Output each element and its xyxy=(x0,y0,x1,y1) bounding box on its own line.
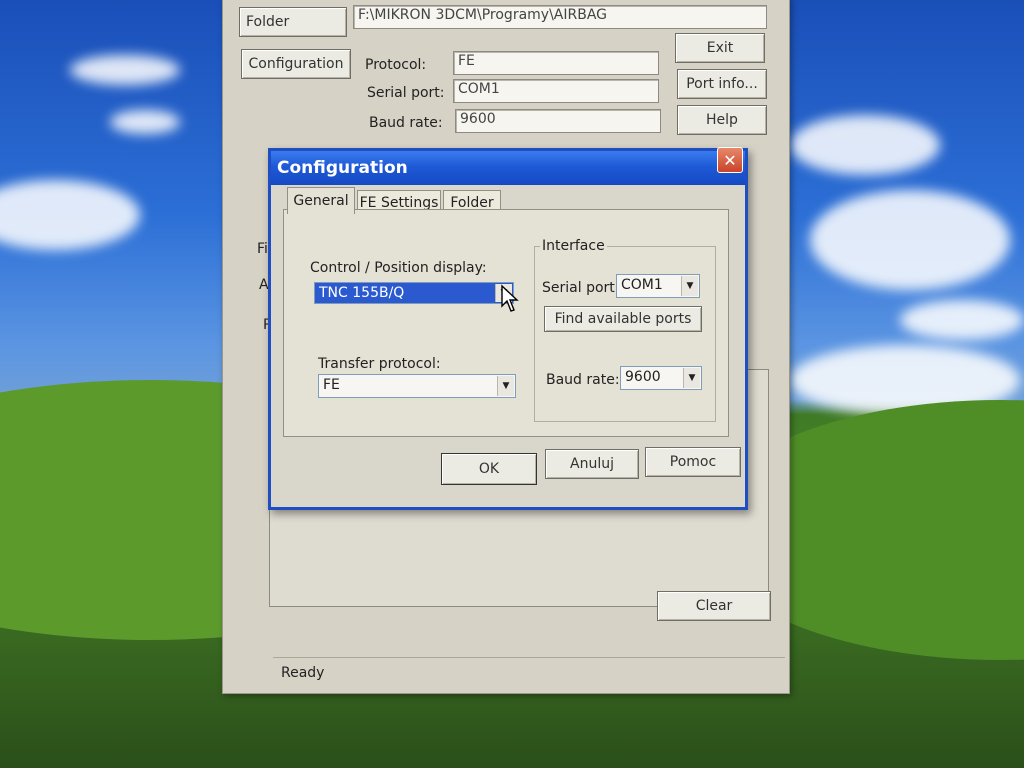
serial-port-label: Serial port: xyxy=(367,85,445,101)
control-display-label: Control / Position display: xyxy=(310,260,487,276)
status-text: Ready xyxy=(281,665,325,681)
protocol-label: Protocol: xyxy=(365,57,427,73)
folder-path-field[interactable]: F:\MIKRON 3DCM\Programy\AIRBAG xyxy=(353,5,767,29)
baud-rate-field: 9600 xyxy=(455,109,661,133)
serial-port-field: COM1 xyxy=(453,79,659,103)
cloud xyxy=(110,110,180,134)
help-dialog-button[interactable]: Pomoc xyxy=(645,447,741,477)
chevron-down-icon[interactable]: ▼ xyxy=(497,376,514,396)
find-ports-button[interactable]: Find available ports xyxy=(544,306,702,332)
tab-general[interactable]: General xyxy=(287,187,355,214)
protocol-field: FE xyxy=(453,51,659,75)
transfer-protocol-label: Transfer protocol: xyxy=(318,356,441,372)
close-button[interactable]: ✕ xyxy=(717,147,743,173)
dialog-titlebar[interactable]: Configuration xyxy=(271,151,745,185)
folder-button[interactable]: Folder xyxy=(239,7,347,37)
control-display-select[interactable]: TNC 155B/Q ▼ xyxy=(314,282,514,304)
interface-groupbox xyxy=(534,246,716,422)
exit-button[interactable]: Exit xyxy=(675,33,765,63)
port-info-button[interactable]: Port info... xyxy=(677,69,767,99)
ok-button[interactable]: OK xyxy=(441,453,537,485)
status-bar: Ready xyxy=(273,657,785,690)
cloud xyxy=(900,300,1024,340)
cloud xyxy=(70,55,180,85)
cancel-button[interactable]: Anuluj xyxy=(545,449,639,479)
help-button[interactable]: Help xyxy=(677,105,767,135)
serial-port-select[interactable]: COM1 ▼ xyxy=(616,274,700,298)
cloud xyxy=(810,190,1010,290)
dialog-title: Configuration xyxy=(277,158,408,178)
cloud xyxy=(0,180,140,250)
mouse-pointer-icon xyxy=(501,284,519,312)
interface-group-label: Interface xyxy=(540,238,607,254)
transfer-protocol-select[interactable]: FE ▼ xyxy=(318,374,516,398)
baud-rate-label: Baud rate: xyxy=(369,115,443,131)
clear-button[interactable]: Clear xyxy=(657,591,771,621)
baud-rate-select-value: 9600 xyxy=(625,369,661,385)
serial-port-select-value: COM1 xyxy=(621,277,663,293)
transfer-protocol-value: FE xyxy=(323,377,340,393)
interface-baud-rate-label: Baud rate: xyxy=(546,372,620,388)
chevron-down-icon[interactable]: ▼ xyxy=(681,276,698,296)
interface-serial-port-label: Serial port: xyxy=(542,280,620,296)
general-tab-panel: Control / Position display: TNC 155B/Q ▼… xyxy=(283,209,729,437)
control-display-value: TNC 155B/Q xyxy=(319,285,405,301)
configuration-button[interactable]: Configuration xyxy=(241,49,351,79)
configuration-dialog: Configuration ✕ General FE Settings Fold… xyxy=(268,147,748,510)
chevron-down-icon[interactable]: ▼ xyxy=(683,368,700,388)
cloud xyxy=(790,115,940,175)
baud-rate-select[interactable]: 9600 ▼ xyxy=(620,366,702,390)
desktop-background: Folder F:\MIKRON 3DCM\Programy\AIRBAG Co… xyxy=(0,0,1024,768)
close-icon: ✕ xyxy=(723,150,737,170)
